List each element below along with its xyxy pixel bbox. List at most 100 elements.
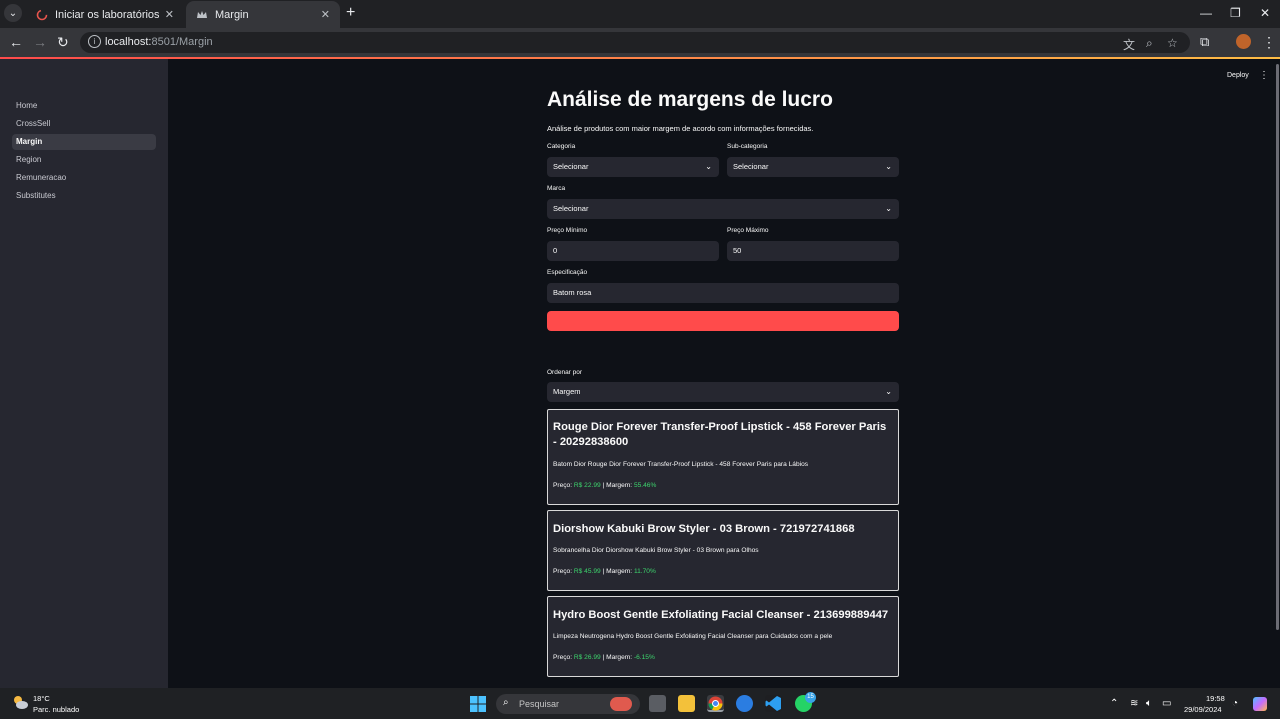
search-highlight-icon: [610, 697, 632, 711]
page-title: Análise de margens de lucro: [547, 88, 833, 111]
taskbar-search[interactable]: ⌕ Pesquisar: [496, 694, 640, 714]
copilot-icon[interactable]: [1253, 697, 1267, 711]
marca-value: Selecionar: [553, 204, 589, 213]
tab-active[interactable]: Margin ✕: [186, 1, 340, 28]
scrollbar[interactable]: [1276, 64, 1279, 630]
search-icon: ⌕: [503, 697, 509, 708]
browser-toolbar: ← → ↻ i localhost:8501/Margin 文 ⌕ ☆ ⧉: [0, 28, 1280, 57]
weather-temp[interactable]: 18°C: [33, 694, 50, 703]
file-explorer-icon[interactable]: [678, 695, 695, 712]
price-value: R$ 26.99: [573, 654, 601, 661]
site-info-icon[interactable]: i: [88, 35, 101, 48]
minimize-icon[interactable]: —: [1200, 6, 1212, 20]
product-card: Rouge Dior Forever Transfer-Proof Lipsti…: [547, 409, 899, 505]
sidebar-item-crosssell[interactable]: CrossSell: [12, 116, 156, 132]
tray-chevron-up-icon[interactable]: ⌃: [1110, 698, 1118, 709]
translate-icon[interactable]: 文: [1123, 36, 1135, 53]
browser-menu-icon[interactable]: ⋮: [1262, 34, 1276, 51]
margin-value: -6.15%: [633, 654, 655, 661]
tab-title: Iniciar os laboratórios de aprer: [55, 8, 159, 21]
sidebar-item-region[interactable]: Region: [12, 152, 156, 168]
product-description: Batom Dior Rouge Dior Forever Transfer-P…: [553, 461, 809, 468]
notification-badge: 15: [805, 692, 816, 703]
product-price-line: Preço: R$ 45.99 | Margem: 11.70%: [553, 568, 656, 575]
product-description: Sobrancelha Dior Diorshow Kabuki Brow St…: [553, 547, 759, 554]
product-title: Hydro Boost Gentle Exfoliating Facial Cl…: [553, 609, 889, 621]
subcategoria-select[interactable]: Selecionar ⌄: [727, 157, 899, 177]
browser-tab-strip: ⌄ Iniciar os laboratórios de aprer ✕ Mar…: [0, 0, 1280, 28]
close-icon[interactable]: ✕: [321, 8, 330, 21]
submit-button[interactable]: [547, 311, 899, 331]
chevron-down-icon: ⌄: [885, 387, 892, 396]
categoria-select[interactable]: Selecionar ⌄: [547, 157, 719, 177]
sort-label: Ordenar por: [547, 369, 583, 376]
categoria-label: Categoria: [547, 143, 576, 150]
chevron-down-icon: ⌄: [885, 204, 892, 213]
profile-avatar[interactable]: [1236, 34, 1251, 49]
chrome-icon[interactable]: [707, 695, 724, 712]
url-text[interactable]: localhost:8501/Margin: [105, 36, 213, 48]
product-card: Diorshow Kabuki Brow Styler - 03 Brown -…: [547, 510, 899, 591]
especificacao-input[interactable]: Batom rosa: [547, 283, 899, 303]
zoom-icon[interactable]: ⌕: [1146, 36, 1153, 51]
marca-select[interactable]: Selecionar ⌄: [547, 199, 899, 219]
margin-label: Margem:: [606, 568, 633, 575]
wifi-icon[interactable]: ≋: [1130, 698, 1138, 709]
margin-value: 11.70%: [633, 568, 656, 575]
page-description: Análise de produtos com maior margem de …: [547, 124, 814, 133]
product-title: Diorshow Kabuki Brow Styler - 03 Brown -…: [553, 523, 855, 535]
separator: |: [602, 654, 605, 661]
new-tab-plus-icon[interactable]: +: [346, 5, 355, 21]
product-description: Limpeza Neutrogena Hydro Boost Gentle Ex…: [553, 633, 833, 640]
reload-icon[interactable]: ↻: [57, 34, 69, 50]
price-value: R$ 45.99: [573, 568, 601, 575]
tab-title: Margin: [215, 8, 249, 21]
price-value: R$ 22.99: [573, 482, 601, 489]
sort-select[interactable]: Margem ⌄: [547, 382, 899, 402]
battery-icon[interactable]: ▭: [1162, 698, 1171, 709]
forward-arrow-icon[interactable]: →: [33, 34, 47, 50]
tab-inactive[interactable]: Iniciar os laboratórios de aprer ✕: [26, 1, 184, 28]
sidebar-item-remuneracao[interactable]: Remuneracao: [12, 170, 156, 186]
clock-time[interactable]: 19:58: [1206, 694, 1225, 703]
address-bar[interactable]: i localhost:8501/Margin 文 ⌕ ☆: [80, 32, 1190, 53]
sidebar-item-substitutes[interactable]: Substitutes: [12, 188, 156, 204]
marca-label: Marca: [547, 185, 566, 192]
loading-favicon-icon: [36, 9, 48, 20]
vscode-icon[interactable]: [765, 695, 782, 712]
preco-min-input[interactable]: 0: [547, 241, 719, 261]
price-label: Preço:: [553, 482, 573, 489]
url-path: 8501/Margin: [151, 36, 213, 48]
sidebar-item-home[interactable]: Home: [12, 98, 156, 114]
clock-date[interactable]: 29/09/2024: [1184, 705, 1222, 714]
weather-partly-cloudy-icon[interactable]: [11, 694, 29, 710]
back-arrow-icon[interactable]: ←: [9, 34, 23, 50]
weather-description[interactable]: Parc. nublado: [33, 705, 79, 714]
product-title: Rouge Dior Forever Transfer-Proof Lipsti…: [553, 421, 887, 448]
url-host: localhost:: [105, 36, 152, 48]
taskbar: [0, 688, 1280, 719]
app-menu-icon[interactable]: ⋮: [1259, 70, 1269, 81]
close-icon[interactable]: ✕: [165, 8, 174, 21]
restore-icon[interactable]: ❐: [1230, 6, 1241, 20]
notification-bell-icon[interactable]: ◔: [1232, 698, 1238, 709]
price-label: Preço:: [553, 654, 573, 661]
deploy-button[interactable]: Deploy: [1227, 72, 1249, 79]
main-content: [168, 59, 1280, 688]
sidebar-item-margin[interactable]: Margin: [12, 134, 156, 150]
preco-max-label: Preço Máximo: [727, 227, 769, 234]
margin-label: Margem:: [606, 482, 633, 489]
edge-icon[interactable]: [736, 695, 753, 712]
task-view-icon[interactable]: [649, 695, 666, 712]
tab-search-dropdown-icon[interactable]: ⌄: [4, 4, 22, 22]
volume-icon[interactable]: 🔈︎: [1146, 698, 1152, 709]
window-close-icon[interactable]: ✕: [1260, 6, 1270, 20]
margin-value: 55.46%: [633, 482, 657, 489]
windows-start-icon[interactable]: [470, 696, 486, 712]
bookmark-star-icon[interactable]: ☆: [1167, 36, 1178, 50]
product-price-line: Preço: R$ 26.99 | Margem: -6.15%: [553, 654, 655, 661]
price-label: Preço:: [553, 568, 573, 575]
preco-max-input[interactable]: 50: [727, 241, 899, 261]
extensions-puzzle-icon[interactable]: ⧉: [1200, 34, 1209, 50]
separator: |: [602, 568, 605, 575]
